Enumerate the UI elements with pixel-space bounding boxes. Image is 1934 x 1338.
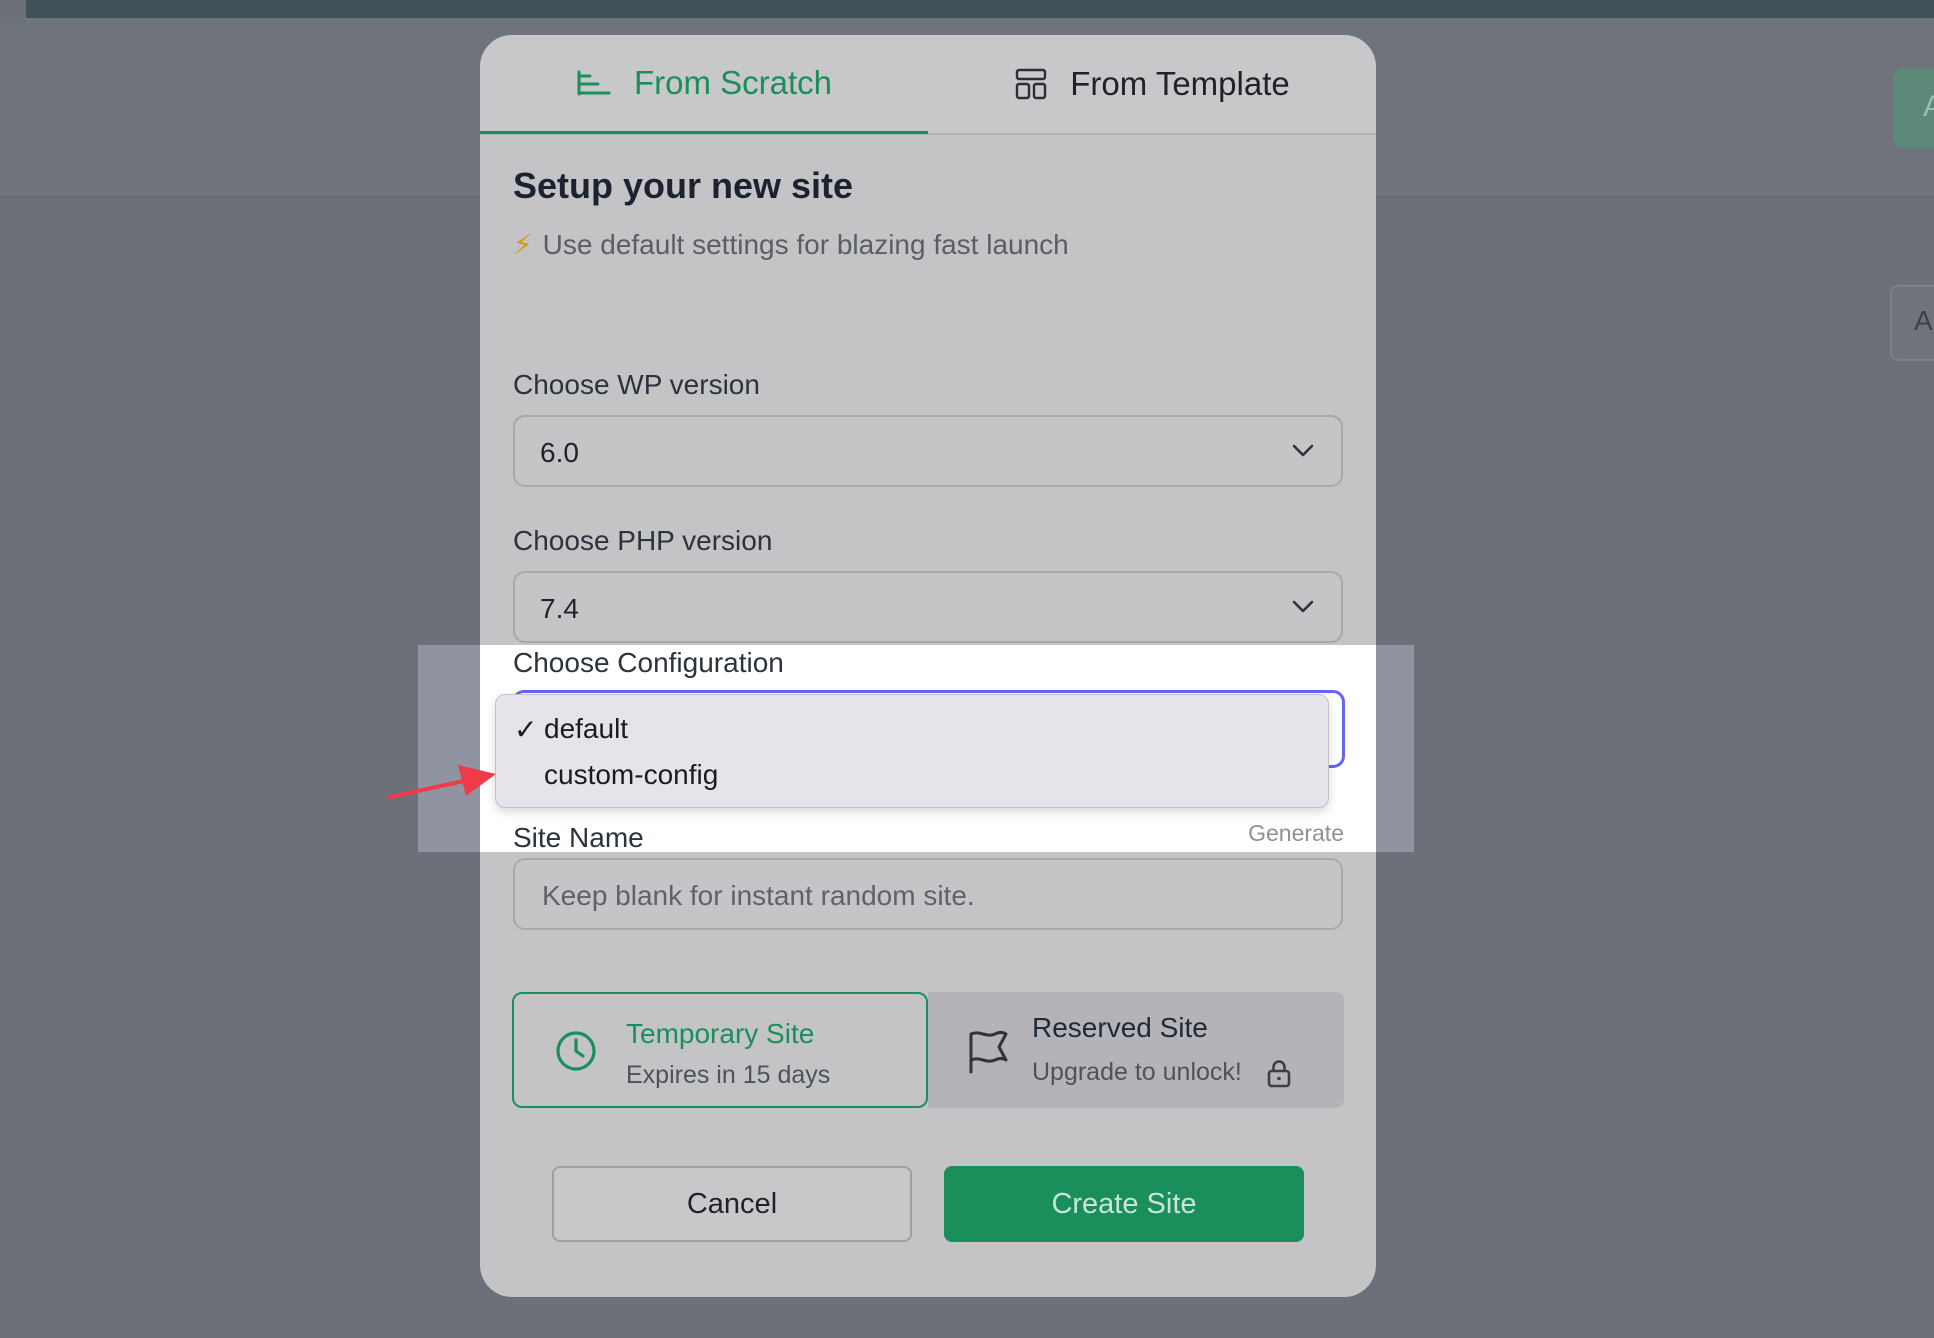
php-version-label: Choose PHP version [513, 525, 773, 556]
temporary-site-subtitle: Expires in 15 days [626, 1061, 831, 1089]
cancel-button[interactable]: Cancel [552, 1166, 912, 1242]
php-version-select[interactable]: 7.4 [513, 571, 1343, 643]
configuration-dropdown: ✓ default custom-config [495, 694, 1329, 808]
tab-from-template-label: From Template [1070, 65, 1290, 102]
wp-version-select[interactable]: 6.0 [513, 415, 1343, 487]
checkmark-icon: ✓ [514, 714, 538, 745]
reserved-site-title: Reserved Site [1032, 1012, 1208, 1043]
lightning-icon: ⚡ [513, 229, 533, 260]
top-bar-notch [0, 0, 26, 18]
annotation-arrow-icon [388, 765, 496, 799]
background-chip-letter: A [1914, 305, 1933, 336]
temporary-site-option[interactable]: Temporary Site Expires in 15 days [512, 992, 928, 1108]
chevron-down-icon [1292, 444, 1314, 457]
generate-link[interactable]: Generate [1248, 820, 1344, 847]
reserved-site-option[interactable]: Reserved Site Upgrade to unlock! [928, 992, 1344, 1108]
background-primary-button[interactable]: A [1893, 68, 1934, 148]
align-left-icon [577, 70, 611, 96]
chevron-down-icon [1292, 600, 1314, 613]
site-name-input[interactable] [540, 876, 1304, 916]
background-button-letter: A [1923, 90, 1934, 123]
configuration-option-custom-config[interactable]: custom-config [544, 759, 718, 791]
clock-icon [556, 1031, 596, 1071]
tab-from-template[interactable]: From Template [928, 35, 1376, 133]
wp-version-label: Choose WP version [513, 369, 760, 400]
temporary-site-title: Temporary Site [626, 1018, 815, 1049]
tab-from-scratch-label: From Scratch [633, 64, 833, 101]
create-site-button[interactable]: Create Site [944, 1166, 1304, 1242]
flag-icon [969, 1031, 1008, 1074]
layout-template-icon [1016, 68, 1047, 100]
configuration-option-default[interactable]: default [544, 713, 628, 745]
wp-version-value: 6.0 [540, 437, 579, 468]
lock-icon [1267, 1060, 1291, 1088]
configuration-label: Choose Configuration [513, 647, 784, 678]
site-name-field[interactable] [513, 858, 1343, 930]
tab-from-scratch[interactable]: From Scratch [480, 35, 928, 134]
modal-title: Setup your new site [513, 165, 854, 206]
subtitle-text: Use default settings for blazing fast la… [542, 228, 1069, 260]
modal-subtitle: ⚡ Use default settings for blazing fast … [513, 228, 1069, 261]
background-chip[interactable]: A [1890, 285, 1934, 361]
reserved-site-subtitle: Upgrade to unlock! [1032, 1058, 1242, 1086]
site-name-label: Site Name [513, 822, 644, 853]
top-bar [0, 0, 1934, 18]
tab-bar: From Scratch From Template [480, 35, 1376, 135]
php-version-value: 7.4 [540, 593, 579, 624]
